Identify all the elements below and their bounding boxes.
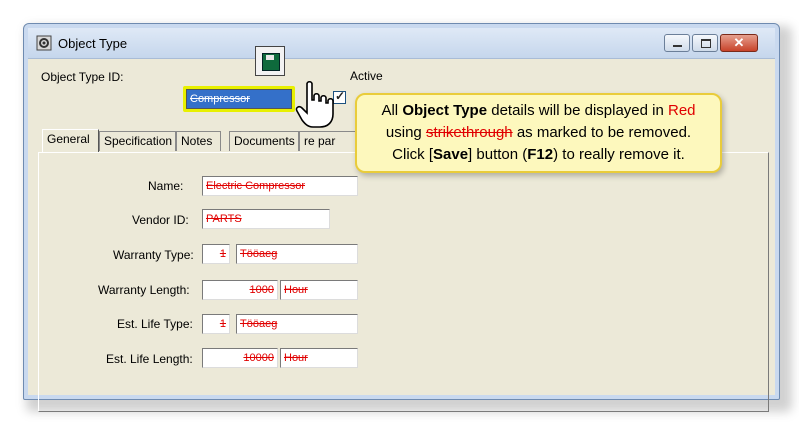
tab-general[interactable]: General [42,129,99,153]
est-life-type-name-field[interactable]: Tööaeg [236,314,358,334]
object-type-id-field[interactable]: Compressor [186,89,292,109]
vendor-id-field[interactable]: PARTS [202,209,330,229]
info-callout: All Object Type details will be displaye… [355,93,722,173]
warranty-length-field[interactable]: 1000 [202,280,278,300]
app-icon [36,35,52,51]
callout-line-1: All Object Type details will be displaye… [381,102,696,119]
tab-documents[interactable]: Documents [229,131,299,151]
active-label: Active [350,69,383,83]
est-life-type-code-field[interactable]: 1 [202,314,230,334]
name-label: Name: [148,179,184,193]
warranty-type-label: Warranty Type: [113,248,194,262]
maximize-button[interactable] [692,34,718,52]
close-icon: ✕ [733,35,745,50]
vendor-id-label: Vendor ID: [132,213,189,227]
minimize-button[interactable] [664,34,690,52]
tab-specification[interactable]: Specification [99,131,176,151]
object-type-id-label: Object Type ID: [41,70,124,84]
est-life-type-label: Est. Life Type: [117,317,193,331]
warranty-length-unit-field[interactable]: Hour [280,280,358,300]
object-type-window: Object Type ✕ Object Type ID: Compressor… [23,23,780,412]
warranty-type-name-field[interactable]: Tööaeg [236,244,358,264]
object-type-id-value: Compressor [190,93,250,105]
callout-line-2: using strikethrough as marked to be remo… [385,124,692,141]
est-life-length-label: Est. Life Length: [106,352,193,366]
est-life-length-unit-field[interactable]: Hour [280,348,358,368]
tab-notes[interactable]: Notes [176,131,221,151]
callout-line-3: Click [Save] button (F12) to really remo… [392,146,685,163]
window-title: Object Type [58,36,128,51]
warranty-type-code-field[interactable]: 1 [202,244,230,264]
name-field[interactable]: Electric Compressor [202,176,358,196]
est-life-length-field[interactable]: 10000 [202,348,278,368]
warranty-length-label: Warranty Length: [98,283,190,297]
save-button[interactable] [255,46,285,76]
hand-cursor-icon [295,80,334,128]
close-button[interactable]: ✕ [720,34,758,52]
title-bar[interactable]: Object Type ✕ [28,28,775,59]
tab-more[interactable]: re par [299,131,359,151]
